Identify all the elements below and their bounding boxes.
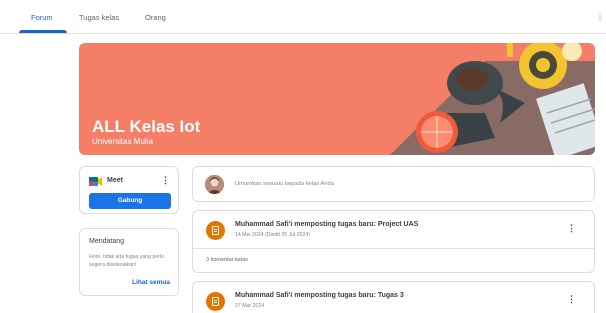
- class-banner: ALL Kelas Iot Universitas Mulia: [79, 43, 595, 155]
- join-meet-button[interactable]: Gabung: [89, 193, 171, 209]
- announce-box[interactable]: Umumkan sesuatu kepada kelas Anda: [192, 166, 595, 202]
- assignment-icon: [206, 292, 225, 311]
- meet-label: Meet: [107, 177, 123, 184]
- avatar: [205, 175, 224, 194]
- post-more-icon[interactable]: ⋮: [567, 294, 576, 305]
- banner-illustration-icon: [390, 43, 595, 155]
- announce-placeholder[interactable]: Umumkan sesuatu kepada kelas Anda: [235, 181, 334, 187]
- post-title[interactable]: Muhammad Safi'i memposting tugas baru: T…: [235, 292, 404, 299]
- class-title: ALL Kelas Iot: [92, 117, 201, 136]
- meet-icon: [89, 177, 102, 186]
- meet-card: Meet ⋮ Gabung: [79, 166, 179, 214]
- class-tab-bar: Forum Tugas kelas Orang ⋮: [0, 0, 606, 34]
- tab-tugas-kelas[interactable]: Tugas kelas: [79, 13, 119, 22]
- class-comments-link[interactable]: 3 komentar kelas: [206, 257, 248, 263]
- stream-post[interactable]: Muhammad Safi'i memposting tugas baru: T…: [192, 281, 595, 313]
- post-title[interactable]: Muhammad Safi'i memposting tugas baru: P…: [235, 221, 418, 228]
- tab-forum[interactable]: Forum: [31, 13, 53, 22]
- upcoming-title: Mendatang: [89, 238, 125, 245]
- upcoming-card: Mendatang Hore, tidak ada tugas yang per…: [79, 228, 179, 296]
- more-icon[interactable]: ⋮: [596, 13, 604, 22]
- meet-more-icon[interactable]: ⋮: [161, 175, 170, 186]
- tab-orang[interactable]: Orang: [145, 13, 166, 22]
- post-date: 14 Mei 2024 (Diedit 25 Jul 2024): [235, 232, 310, 238]
- active-tab-indicator: [19, 30, 67, 33]
- post-date: 27 Mar 2024: [235, 303, 265, 309]
- divider: [193, 248, 594, 249]
- class-subtitle: Universitas Mulia: [92, 137, 153, 146]
- view-all-link[interactable]: Lihat semua: [132, 279, 170, 286]
- stream-post[interactable]: Muhammad Safi'i memposting tugas baru: P…: [192, 210, 595, 273]
- post-more-icon[interactable]: ⋮: [567, 223, 576, 234]
- upcoming-message: Hore, tidak ada tugas yang perlu segera …: [89, 254, 164, 268]
- assignment-icon: [206, 221, 225, 240]
